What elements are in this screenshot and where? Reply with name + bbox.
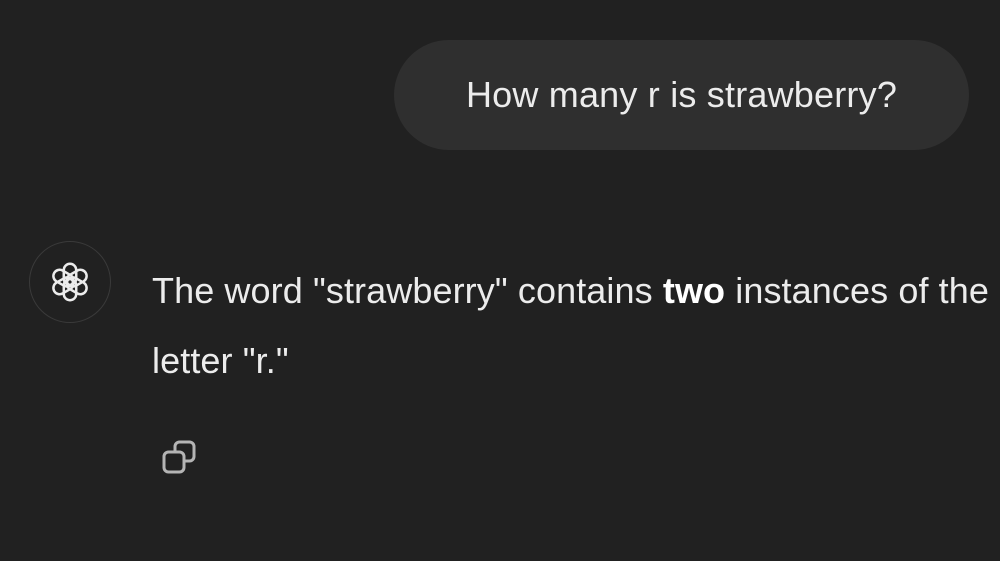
openai-logo-icon [52,262,88,302]
user-message-text: How many r is strawberry? [465,74,898,115]
assistant-text-part-1: The word "strawberry" contains [152,270,663,311]
assistant-message: The word "strawberry" contains two insta… [152,256,992,396]
copy-icon [162,440,196,474]
user-message-bubble: How many r is strawberry? [394,40,969,150]
assistant-avatar [29,241,111,323]
assistant-bold-text: two [662,270,726,311]
copy-button[interactable] [152,432,206,486]
